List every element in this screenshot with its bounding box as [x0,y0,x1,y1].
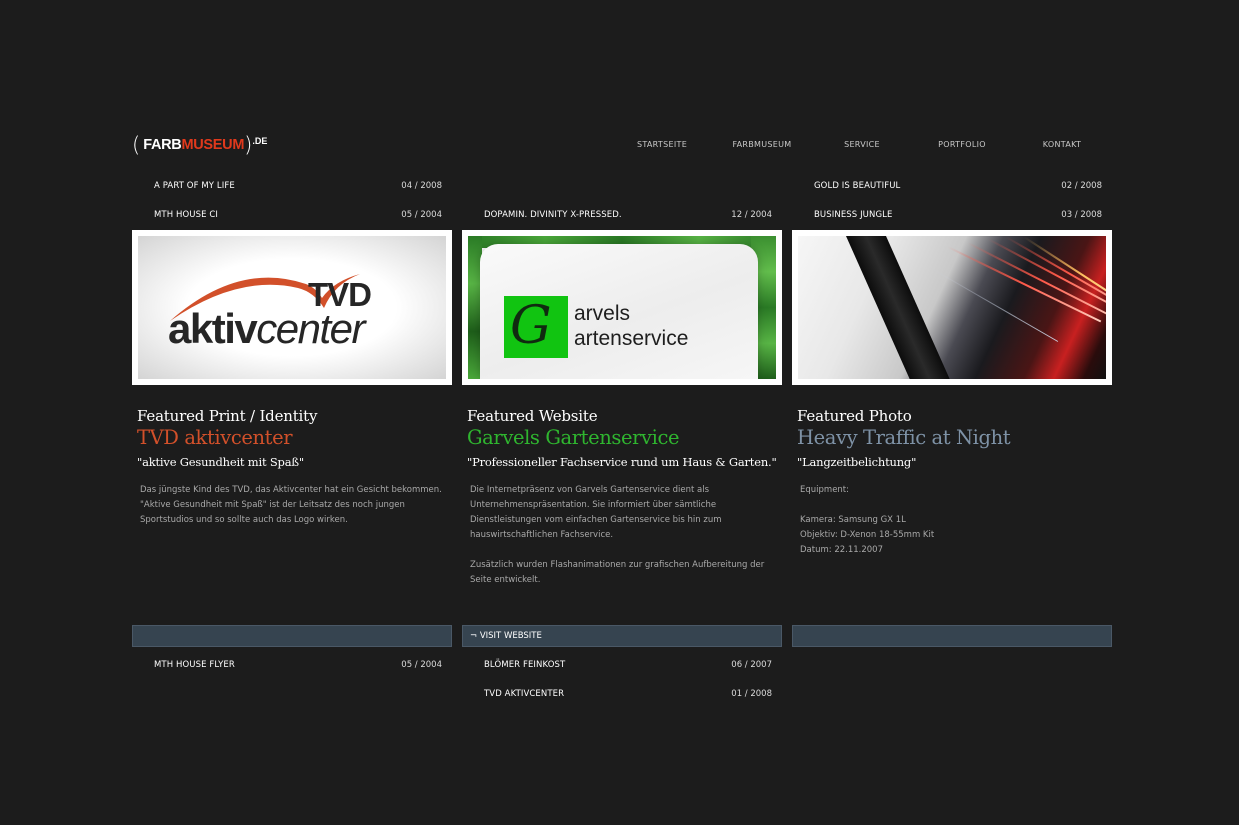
project-link-mth-house-flyer[interactable]: MTH HOUSE FLYER 05 / 2004 [132,651,452,679]
project-title: BLÖMER FEINKOST [484,660,566,670]
nav-portfolio[interactable]: PORTFOLIO [912,140,1012,149]
project-date: 03 / 2008 [1061,210,1102,220]
project-title: MTH HOUSE CI [154,210,219,220]
featured-name: Heavy Traffic at Night [797,426,1011,449]
nav-farbmuseum[interactable]: FARBMUSEUM [712,140,812,149]
garvels-logo-line2: artenservice [574,326,689,350]
garvels-logo-line1: arvels [574,302,631,325]
featured-website: Featured Website Garvels Gartenservice "… [462,407,782,588]
project-link-tvd-aktivcenter[interactable]: TVD AKTIVCENTER 01 / 2008 [462,680,782,708]
project-title: A PART OF MY LIFE [154,181,235,191]
logo-de: .DE [252,136,268,146]
featured-quote: "aktive Gesundheit mit Spaß" [137,455,304,469]
featured-name: Garvels Gartenservice [467,426,680,449]
nav-startseite[interactable]: STARTSEITE [612,140,712,149]
action-bar-photo [792,625,1112,647]
logo-paren-open: ( [132,132,141,157]
project-date: 12 / 2004 [731,210,772,220]
description-line [470,543,780,558]
featured-label: Featured Print / Identity [137,407,318,425]
project-link-business-jungle[interactable]: BUSINESS JUNGLE 03 / 2008 [792,201,1112,229]
featured-print: Featured Print / Identity TVD aktivcente… [132,407,452,528]
featured-photo: Featured Photo Heavy Traffic at Night "L… [792,407,1112,558]
project-date: 05 / 2004 [401,660,442,670]
project-title: MTH HOUSE FLYER [154,660,235,670]
garvels-logo-text: arvels artenservice [574,302,688,352]
project-link-gold-is-beautiful[interactable]: GOLD IS BEAUTIFUL 02 / 2008 [792,172,1112,200]
tvd-logo-italic: center [256,305,365,352]
project-date: 04 / 2008 [401,181,442,191]
description-line: Kamera: Samsung GX 1L [800,515,906,525]
tvd-logo-main: aktivcenter [168,305,365,352]
nav-service[interactable]: SERVICE [812,140,912,149]
garvels-logo-box: G [504,296,568,358]
featured-label: Featured Website [467,407,598,425]
project-link-dopamin[interactable]: DOPAMIN. DIVINITY X-PRESSED. 12 / 2004 [462,201,782,229]
description-line: Sportstudios und so sollte auch das Logo… [140,515,348,525]
project-date: 06 / 2007 [731,660,772,670]
garvels-logo-letter: G [510,296,552,356]
visit-website-link[interactable]: ¬ VISIT WEBSITE [462,625,782,647]
logo-farb: FARB [143,137,182,153]
description-line: Dienstleistungen vom einfachen Gartenser… [470,515,722,525]
description-line [800,498,1110,513]
featured-description: Equipment: Kamera: Samsung GX 1L Objekti… [800,483,1110,558]
guardrail-shape [846,236,950,379]
description-line: Zusätzlich wurden Flashanimationen zur g… [470,560,765,570]
description-line: Die Internetpräsenz von Garvels Gartense… [470,485,710,495]
project-date: 02 / 2008 [1061,181,1102,191]
description-line: Datum: 22.11.2007 [800,545,883,555]
featured-description: Das jüngste Kind des TVD, das Aktivcente… [140,483,450,528]
project-title: BUSINESS JUNGLE [814,210,893,220]
nav-kontakt[interactable]: KONTAKT [1012,140,1112,149]
description-line: Das jüngste Kind des TVD, das Aktivcente… [140,485,442,495]
main-nav: STARTSEITE FARBMUSEUM SERVICE PORTFOLIO … [612,140,1112,149]
description-line: Seite entwickelt. [470,575,541,585]
project-title: DOPAMIN. DIVINITY X-PRESSED. [484,210,622,220]
featured-quote: "Professioneller Fachservice rund um Hau… [467,455,777,469]
featured-description: Die Internetpräsenz von Garvels Gartense… [470,483,780,588]
garvels-website-image: G arvels artenservice [468,236,776,379]
project-title: GOLD IS BEAUTIFUL [814,181,901,191]
project-link-a-part-of-my-life[interactable]: A PART OF MY LIFE 04 / 2008 [132,172,452,200]
description-line: Equipment: [800,485,850,495]
project-date: 05 / 2004 [401,210,442,220]
description-line: "Aktive Gesundheit mit Spaß" ist der Lei… [140,500,405,510]
featured-quote: "Langzeitbelichtung" [797,455,917,469]
project-date: 01 / 2008 [731,689,772,699]
project-link-mth-house-ci[interactable]: MTH HOUSE CI 05 / 2004 [132,201,452,229]
logo-paren-close: ) [244,132,253,157]
featured-name: TVD aktivcenter [137,426,293,449]
logo-museum: MUSEUM [181,137,245,153]
site-logo[interactable]: ( FARB MUSEUM ) .DE [132,133,267,157]
project-link-bloemer-feinkost[interactable]: BLÖMER FEINKOST 06 / 2007 [462,651,782,679]
featured-label: Featured Photo [797,407,912,425]
description-line: Objektiv: D-Xenon 18-55mm Kit [800,530,935,540]
action-bar-print [132,625,452,647]
tvd-logo-bold: aktiv [168,305,258,352]
description-line: hauswirtschaftlichen Fachservice. [470,530,614,540]
featured-image-traffic[interactable] [792,230,1112,385]
tvd-logo-image: TVD aktivcenter [138,236,446,379]
featured-image-garvels[interactable]: G arvels artenservice [462,230,782,385]
traffic-photo [798,236,1106,379]
description-line: Unternehmenspräsentation. Sie informiert… [470,500,717,510]
featured-image-tvd[interactable]: TVD aktivcenter [132,230,452,385]
project-title: TVD AKTIVCENTER [484,689,565,699]
